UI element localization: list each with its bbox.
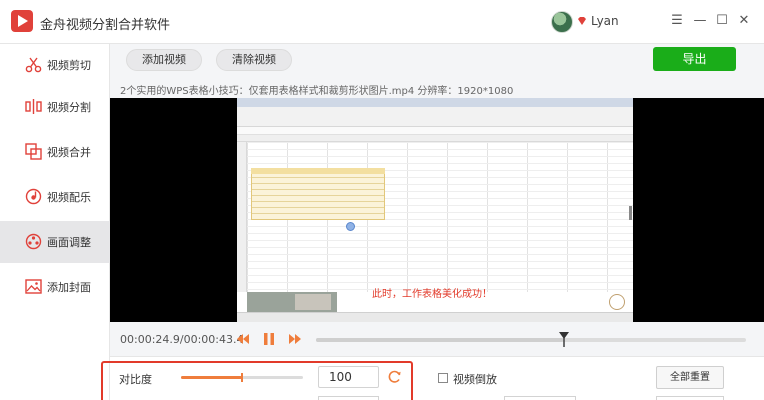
progress-track[interactable] [316, 338, 746, 342]
playhead-icon[interactable] [558, 331, 570, 347]
avatar[interactable] [551, 11, 573, 33]
export-button[interactable]: 导出 [653, 47, 736, 71]
picture-adjust-icon [25, 233, 42, 250]
fast-forward-icon[interactable] [288, 333, 302, 345]
sidebar-item-video-merge[interactable]: 视频合并 [0, 131, 110, 173]
sidebar-item-label: 视频配乐 [47, 191, 91, 204]
video-preview[interactable]: 此时，工作表格美化成功！ [110, 98, 764, 322]
reverse-checkbox[interactable] [438, 373, 448, 383]
second-row-field[interactable] [504, 396, 576, 400]
video-frame: 此时，工作表格美化成功！ [237, 98, 633, 322]
frame-ribbon [237, 107, 633, 127]
add-video-button[interactable]: 添加视频 [126, 49, 202, 71]
frame-status-bar [237, 312, 633, 322]
vip-diamond-icon [578, 17, 586, 25]
menu-icon[interactable]: ☰ [669, 12, 685, 30]
pause-icon[interactable] [262, 332, 276, 346]
app-title: 金舟视频分割合并软件 [40, 18, 171, 33]
sidebar-item-video-cut[interactable]: 视频剪切 [0, 44, 110, 86]
frame-formula-bar [237, 127, 633, 135]
frame-table [251, 170, 385, 220]
merge-icon [25, 143, 42, 160]
close-icon[interactable]: ✕ [736, 12, 752, 30]
user-name[interactable]: Lyan [591, 14, 619, 28]
sidebar-item-video-split[interactable]: 视频分割 [0, 86, 110, 128]
maximize-icon[interactable]: ☐ [714, 12, 730, 30]
minimize-icon[interactable]: — [692, 12, 708, 30]
rewind-icon[interactable] [236, 333, 250, 345]
split-icon [25, 99, 42, 114]
music-icon [25, 188, 42, 205]
frame-row-header [237, 142, 247, 292]
frame-scrollbar [629, 206, 632, 220]
frame-thumbnails [247, 292, 337, 312]
sidebar-item-label: 视频分割 [47, 101, 91, 114]
highlight-box [101, 361, 413, 400]
time-readout: 00:00:24.9/00:00:43.4 [120, 333, 244, 346]
sidebar-item-label: 视频剪切 [47, 59, 91, 72]
title-bar: 金舟视频分割合并软件 Lyan ☰ — ☐ ✕ [0, 0, 764, 44]
progress-fill [316, 338, 563, 342]
clear-video-button[interactable]: 清除视频 [216, 49, 292, 71]
app-window: 金舟视频分割合并软件 Lyan ☰ — ☐ ✕ 视频剪切 视频分割 视频合并 视… [0, 0, 764, 400]
frame-column-header [237, 135, 633, 142]
watermark-icon [609, 294, 625, 310]
video-caption: 此时，工作表格美化成功！ [372, 289, 492, 300]
sidebar: 视频剪切 视频分割 视频合并 视频配乐 画面调整 添加封面 [0, 44, 110, 400]
sidebar-item-label: 视频合并 [47, 146, 91, 159]
reverse-label: 视频倒放 [453, 373, 497, 386]
cover-icon [25, 279, 42, 294]
frame-table-header [251, 168, 385, 174]
sidebar-item-video-music[interactable]: 视频配乐 [0, 176, 110, 218]
file-info: 2个实用的WPS表格小技巧：仅套用表格样式和裁剪形状图片.mp4 分辨率：192… [120, 86, 514, 97]
frame-tab-bar [237, 98, 633, 107]
sidebar-item-picture-adjust[interactable]: 画面调整 [0, 221, 110, 263]
second-row-button[interactable] [656, 396, 724, 400]
scissors-icon [25, 57, 42, 73]
sidebar-item-label: 画面调整 [47, 236, 91, 249]
sidebar-item-add-cover[interactable]: 添加封面 [0, 266, 110, 308]
cursor-icon [346, 222, 355, 231]
sidebar-item-label: 添加封面 [47, 281, 91, 294]
reset-all-button[interactable]: 全部重置 [656, 366, 724, 389]
app-logo-icon [11, 10, 33, 32]
